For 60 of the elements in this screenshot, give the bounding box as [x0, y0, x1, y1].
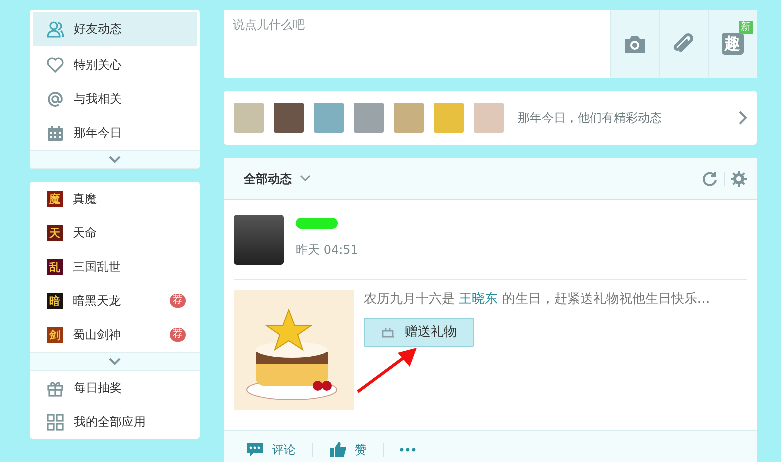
game-icon: 天 — [47, 225, 63, 241]
game-icon: 魔 — [47, 191, 63, 207]
grid-icon — [47, 414, 64, 430]
recommend-badge: 荐 — [170, 294, 186, 308]
filter-dropdown[interactable]: 全部动态 — [244, 170, 311, 188]
post-time: 昨天 04:51 — [296, 242, 358, 259]
memories-text: 那年今日，他们有精彩动态 — [518, 110, 662, 127]
photo-placeholder — [434, 103, 464, 133]
photo-placeholder — [394, 103, 424, 133]
tool-button[interactable] — [659, 10, 708, 78]
game-icon: 暗 — [47, 293, 63, 309]
camera-icon — [622, 34, 646, 54]
sidebar-item[interactable]: 那年今日 — [30, 116, 200, 150]
refresh-icon[interactable] — [702, 170, 718, 186]
chevron-down-icon — [109, 156, 121, 163]
photo-placeholder — [314, 103, 344, 133]
photo-placeholder — [354, 103, 384, 133]
memories-bar[interactable]: 那年今日，他们有精彩动态 — [224, 91, 757, 145]
chevron-down-icon — [109, 358, 121, 365]
photo-placeholder — [234, 215, 284, 265]
like-button[interactable]: 赞 — [329, 440, 367, 458]
app-item[interactable]: 天 天命 — [30, 216, 200, 250]
more-icon — [400, 448, 416, 452]
gift-box-icon — [381, 326, 395, 338]
comment-button[interactable]: 评论 — [246, 440, 296, 458]
at-icon — [47, 90, 64, 108]
sidebar-item[interactable]: 好友动态 — [33, 12, 197, 46]
app-item[interactable]: 剑 蜀山剑神 荐 — [30, 318, 200, 352]
app-item[interactable]: 乱 三国乱世 — [30, 250, 200, 284]
annotation-arrow — [356, 345, 418, 395]
send-gift-button[interactable]: 赠送礼物 — [364, 318, 474, 347]
photo-placeholder — [474, 103, 504, 133]
sidebar-item[interactable]: 与我相关 — [30, 82, 200, 116]
status-input[interactable]: 说点儿什么吧 — [224, 10, 610, 78]
photo-placeholder — [234, 103, 264, 133]
chevron-right-icon — [739, 111, 747, 125]
thumbs-up-icon — [329, 441, 347, 458]
tool-button[interactable] — [610, 10, 659, 78]
speech-bubble-icon — [246, 442, 264, 458]
post-text: 农历九月十六是 王晓东 的生日，赶紧送礼物祝他生日快乐… — [364, 291, 710, 309]
game-icon: 乱 — [47, 259, 63, 275]
redaction-mark — [296, 218, 338, 229]
sidebar-item[interactable]: 每日抽奖 — [30, 371, 200, 405]
name-link[interactable]: 王晓东 — [459, 292, 498, 307]
photo-placeholder — [274, 103, 304, 133]
more-button[interactable] — [400, 448, 416, 452]
app-item[interactable]: 暗 暗黑天龙 荐 — [30, 284, 200, 318]
gift-icon — [47, 380, 64, 396]
sidebar-item[interactable]: 特别关心 — [30, 48, 200, 82]
fun-icon: 趣 — [722, 33, 744, 55]
sidebar-item[interactable]: 我的全部应用 — [30, 405, 200, 439]
heart-icon — [47, 56, 64, 74]
app-item[interactable]: 魔 真魔 — [30, 182, 200, 216]
people-icon — [47, 20, 64, 38]
game-icon: 剑 — [47, 327, 63, 343]
recommend-badge: 荐 — [170, 328, 186, 342]
settings-icon[interactable] — [731, 170, 747, 186]
caret-icon — [300, 175, 311, 182]
new-badge: 新 — [739, 21, 753, 34]
calendar-icon — [47, 124, 64, 142]
